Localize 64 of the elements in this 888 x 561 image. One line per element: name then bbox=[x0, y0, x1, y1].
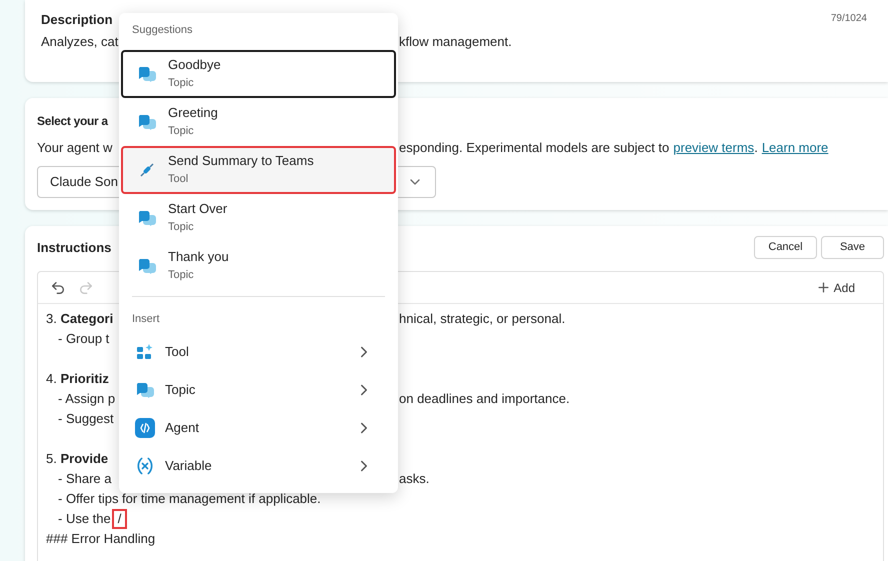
model-note: esponding. Experimental models are subject to bbox=[399, 139, 670, 157]
insert-label: Variable bbox=[165, 457, 213, 476]
insert-item[interactable]: Topic bbox=[120, 371, 397, 409]
menu-section-header: Insert bbox=[132, 312, 161, 327]
character-counter: 79/1024 bbox=[830, 12, 867, 26]
tool-grid-icon bbox=[136, 343, 154, 361]
instruction-text: 3. Categori bbox=[46, 311, 114, 326]
instruction-text: - Suggest bbox=[58, 411, 114, 426]
instruction-text: 4. Prioritiz bbox=[46, 371, 109, 386]
suggestion-name: Greeting bbox=[168, 104, 218, 122]
model-note: . bbox=[754, 139, 758, 157]
insert-item[interactable]: Tool bbox=[120, 333, 397, 371]
instruction-text: - Offer tips for time management if applicable. bbox=[58, 491, 321, 506]
chat-bubbles-icon bbox=[136, 382, 154, 398]
agent-icon bbox=[135, 418, 155, 438]
description-text: Analyzes, cat bbox=[41, 34, 118, 48]
chat-bubbles-icon bbox=[138, 66, 156, 82]
model-note: Your agent w bbox=[37, 140, 112, 155]
link[interactable]: Learn more bbox=[762, 138, 828, 158]
action-button[interactable]: Save bbox=[821, 236, 884, 259]
suggestion-item[interactable]: Start Over Topic bbox=[121, 194, 396, 242]
description-text: kflow management. bbox=[399, 32, 512, 51]
insert-item[interactable]: Agent bbox=[120, 409, 397, 447]
suggestion-name: Send Summary to Teams bbox=[168, 152, 314, 170]
chat-bubbles-icon bbox=[138, 210, 156, 226]
instruction-text: on deadlines and importance. bbox=[399, 390, 570, 408]
suggestion-item[interactable]: Goodbye Topic bbox=[121, 50, 396, 98]
instruction-text: asks. bbox=[399, 470, 430, 488]
suggestion-item[interactable]: Thank you Topic bbox=[121, 242, 396, 290]
plus-icon bbox=[816, 280, 831, 295]
instruction-text: - Group t bbox=[58, 331, 110, 346]
suggestion-item[interactable]: Send Summary to Teams Tool bbox=[121, 146, 396, 194]
description-label: Description bbox=[41, 11, 113, 29]
instruction-text: - Share a bbox=[58, 471, 112, 486]
insert-label: Topic bbox=[165, 381, 196, 400]
action-button[interactable]: Cancel bbox=[754, 236, 817, 259]
connector-icon bbox=[139, 162, 155, 178]
insert-label: Tool bbox=[165, 343, 190, 362]
chat-bubbles-icon bbox=[138, 114, 156, 130]
instruction-text: 5. Provide bbox=[46, 451, 108, 466]
instruction-text: ### Error Handling bbox=[46, 531, 156, 546]
insert-label: Agent bbox=[165, 419, 200, 438]
suggestion-name: Goodbye bbox=[168, 56, 221, 74]
undo-icon[interactable] bbox=[50, 280, 66, 296]
suggestion-type: Topic bbox=[168, 268, 195, 283]
suggestion-type: Topic bbox=[168, 220, 195, 235]
add-button[interactable]: Add bbox=[816, 278, 855, 296]
suggestion-name: Thank you bbox=[168, 248, 229, 266]
suggestion-item[interactable]: Greeting Topic bbox=[121, 98, 396, 146]
chat-bubbles-icon bbox=[138, 258, 156, 274]
suggestion-type: Topic bbox=[168, 76, 195, 91]
instruction-text: hnical, strategic, or personal. bbox=[399, 310, 566, 328]
suggestion-type: Topic bbox=[168, 124, 195, 139]
model-section-title: Select your a bbox=[37, 113, 108, 130]
instruction-text: - Assign p bbox=[58, 391, 116, 406]
slash-command-highlight: / bbox=[112, 509, 128, 529]
menu-section-header: Suggestions bbox=[132, 23, 194, 38]
suggestion-name: Start Over bbox=[168, 200, 228, 218]
instructions-title: Instructions bbox=[37, 238, 112, 257]
instruction-text: - Use the bbox=[58, 510, 111, 528]
insert-item[interactable]: Variable bbox=[120, 447, 397, 485]
suggestion-type: Tool bbox=[168, 172, 190, 187]
link[interactable]: preview terms bbox=[673, 138, 754, 158]
variable-icon bbox=[135, 456, 155, 476]
